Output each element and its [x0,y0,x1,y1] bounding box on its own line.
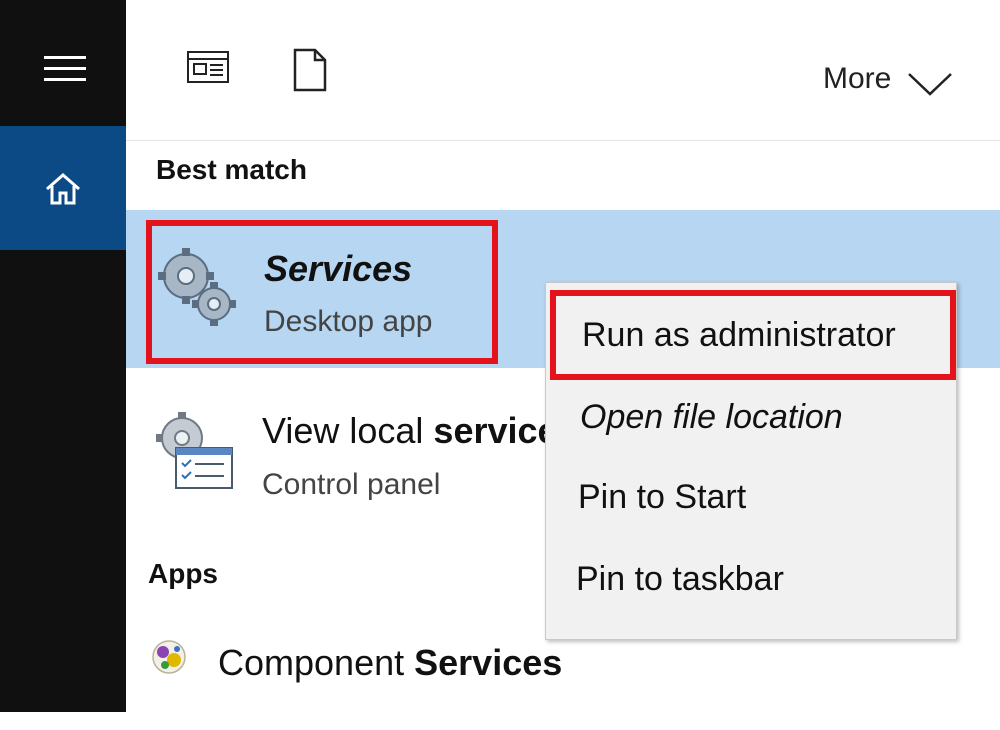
component-services-icon [150,638,188,676]
component-services-bold: Services [414,642,563,683]
section-header-best-match: Best match [156,154,307,185]
component-services-prefix: Component [218,642,415,683]
section-header-apps: Apps [148,558,218,589]
left-rail [0,0,126,712]
view-local-services-subtitle: Control panel [262,468,441,501]
view-local-services-title-prefix: View local [262,410,434,451]
sidebar-item-home[interactable] [0,126,126,250]
menu-item-pin-to-taskbar[interactable]: Pin to taskbar [576,560,784,599]
document-icon[interactable] [292,48,328,92]
view-local-services-title[interactable]: View local service [262,410,558,452]
view-local-services-title-bold: service [433,410,558,451]
more-button-label[interactable]: More [823,62,891,96]
menu-item-pin-to-start[interactable]: Pin to Start [578,478,746,517]
hamburger-menu-icon[interactable] [44,52,86,84]
services-control-panel-icon [152,408,236,492]
home-icon [44,172,82,206]
chevron-down-icon[interactable] [906,70,954,98]
rail-bottom-gap [0,712,126,730]
menu-item-open-file-location[interactable]: Open file location [580,398,843,437]
web-preview-icon[interactable] [186,50,230,84]
list-item-component-services[interactable]: Component Services [218,642,562,684]
annotation-box-services [146,220,498,364]
annotation-box-run-as-administrator [550,290,956,380]
toolbar-divider [126,140,1000,141]
